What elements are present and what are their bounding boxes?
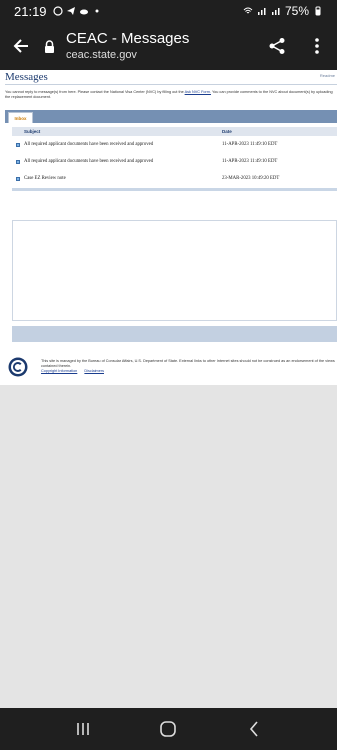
message-icon [12, 142, 24, 147]
page-title: CEAC - Messages [66, 30, 190, 47]
browser-app-bar: CEAC - Messages ceac.state.gov [0, 22, 337, 70]
whatsapp-icon [52, 6, 63, 16]
battery-icon [315, 6, 321, 16]
back-button[interactable] [0, 22, 42, 70]
table-row[interactable]: Case EZ Review note 23-MAR-2023 10:49:20… [12, 170, 337, 187]
status-time: 21:19 [14, 3, 47, 19]
reply-notice: You cannot reply to message(s) from here… [5, 90, 337, 100]
share-button[interactable] [257, 22, 297, 70]
recents-button[interactable] [68, 714, 98, 744]
tab-inbox[interactable]: Inbox [8, 112, 33, 123]
signal-icon [257, 8, 266, 15]
disclaimers-link[interactable]: Disclaimers [84, 369, 104, 373]
table-bottom-border [12, 188, 337, 191]
messages-table: Subject Date All required applicant docu… [12, 127, 337, 191]
ask-nvc-form-link[interactable]: Ask NVC Form. [185, 90, 211, 94]
table-row[interactable]: All required applicant documents have be… [12, 136, 337, 153]
dot-icon [95, 9, 99, 13]
cloud-icon [79, 9, 88, 15]
message-subject[interactable]: Case EZ Review note [24, 176, 222, 181]
heading-rule [5, 84, 337, 85]
browser-title-area[interactable]: CEAC - Messages ceac.state.gov [66, 30, 257, 62]
column-date[interactable]: Date [222, 129, 232, 134]
back-nav-icon [250, 721, 258, 737]
messages-content: Messages Readme You cannot reply to mess… [0, 70, 337, 385]
notification-icons [52, 6, 102, 16]
status-bar: 21:19 75% [0, 0, 337, 22]
android-nav-bar [0, 708, 337, 750]
tab-strip: Inbox [5, 110, 337, 123]
more-vert-icon [315, 38, 319, 54]
message-preview-panel [12, 220, 337, 321]
column-subject[interactable]: Subject [12, 129, 222, 134]
battery-percent: 75% [284, 4, 309, 18]
home-icon [160, 721, 177, 737]
share-icon [269, 38, 285, 54]
message-date: 11-APR-2023 11:49:10 EDT [222, 159, 278, 164]
recents-icon [77, 723, 89, 735]
footer-text: This site is managed by the Bureau of Co… [41, 359, 335, 368]
web-page: Messages Readme You cannot reply to mess… [0, 70, 337, 708]
telegram-icon [66, 7, 75, 15]
site-footer: This site is managed by the Bureau of Co… [0, 352, 337, 382]
message-icon [12, 176, 24, 181]
message-subject[interactable]: All required applicant documents have be… [24, 142, 222, 147]
messages-heading: Messages [5, 71, 48, 83]
notice-text-before: You cannot reply to message(s) from here… [5, 90, 185, 94]
copyright-information-link[interactable]: Copyright Information [41, 369, 77, 373]
message-date: 23-MAR-2023 10:49:20 EDT [222, 176, 280, 181]
wifi-icon [243, 7, 253, 14]
signal-icon-2 [271, 8, 280, 15]
home-button[interactable] [153, 714, 183, 744]
page-url: ceac.state.gov [66, 49, 137, 61]
lock-icon [42, 39, 56, 53]
footer-links: Copyright Information Disclaimers [41, 369, 110, 373]
readme-link[interactable]: Readme [320, 73, 335, 78]
more-options-button[interactable] [297, 22, 337, 70]
table-row[interactable]: All required applicant documents have be… [12, 153, 337, 170]
back-arrow-icon [13, 39, 28, 53]
content-footer-bar [12, 326, 337, 342]
message-subject[interactable]: All required applicant documents have be… [24, 159, 222, 164]
message-icon [12, 159, 24, 164]
message-date: 11-APR-2023 11:49:10 EDT [222, 142, 278, 147]
nav-back-button[interactable] [239, 714, 269, 744]
table-header: Subject Date [12, 127, 337, 136]
consular-affairs-seal-icon [8, 357, 28, 377]
